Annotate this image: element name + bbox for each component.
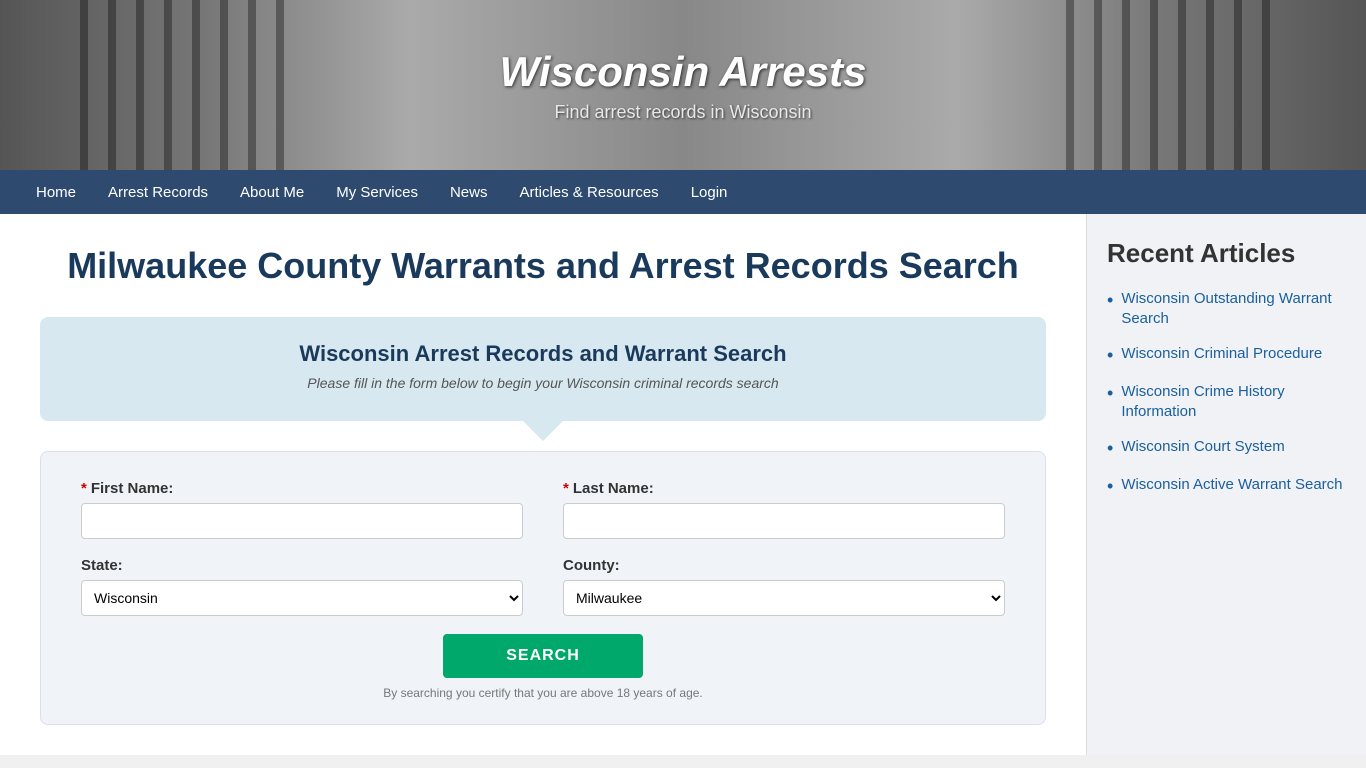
- bullet-icon: •: [1107, 438, 1113, 459]
- nav-articles[interactable]: Articles & Resources: [503, 170, 674, 214]
- article-link-3[interactable]: Wisconsin Crime History Information: [1121, 382, 1346, 421]
- hero-bars-left: [80, 0, 300, 170]
- first-name-label: *First Name:: [81, 480, 523, 497]
- bullet-icon: •: [1107, 476, 1113, 497]
- search-box-title: Wisconsin Arrest Records and Warrant Sea…: [70, 341, 1016, 367]
- main-nav: Home Arrest Records About Me My Services…: [0, 170, 1366, 214]
- hero-bars-right: [1066, 0, 1286, 170]
- nav-arrest-records[interactable]: Arrest Records: [92, 170, 224, 214]
- nav-login[interactable]: Login: [675, 170, 744, 214]
- nav-home[interactable]: Home: [20, 170, 92, 214]
- first-name-input[interactable]: [81, 503, 523, 539]
- article-link-4[interactable]: Wisconsin Court System: [1121, 437, 1284, 457]
- county-label: County:: [563, 557, 1005, 574]
- name-row: *First Name: *Last Name:: [81, 480, 1005, 539]
- last-name-input[interactable]: [563, 503, 1005, 539]
- search-button[interactable]: SEARCH: [443, 634, 643, 678]
- first-name-required: *: [81, 480, 87, 497]
- list-item: • Wisconsin Court System: [1107, 437, 1346, 459]
- site-subtitle: Find arrest records in Wisconsin: [500, 102, 867, 123]
- first-name-group: *First Name:: [81, 480, 523, 539]
- list-item: • Wisconsin Outstanding Warrant Search: [1107, 289, 1346, 328]
- county-group: County: Milwaukee Dane Waukesha Brown Ra…: [563, 557, 1005, 616]
- nav-news[interactable]: News: [434, 170, 504, 214]
- location-row: State: Wisconsin Alabama Alaska Arizona …: [81, 557, 1005, 616]
- state-group: State: Wisconsin Alabama Alaska Arizona …: [81, 557, 523, 616]
- hero-content: Wisconsin Arrests Find arrest records in…: [500, 48, 867, 123]
- recent-articles-list: • Wisconsin Outstanding Warrant Search •…: [1107, 289, 1346, 497]
- sidebar-title: Recent Articles: [1107, 238, 1346, 269]
- nav-about-me[interactable]: About Me: [224, 170, 320, 214]
- county-select[interactable]: Milwaukee Dane Waukesha Brown Racine: [563, 580, 1005, 616]
- main-content: Milwaukee County Warrants and Arrest Rec…: [0, 214, 1086, 755]
- sidebar: Recent Articles • Wisconsin Outstanding …: [1086, 214, 1366, 755]
- hero-banner: Wisconsin Arrests Find arrest records in…: [0, 0, 1366, 170]
- search-form-container: *First Name: *Last Name: State: Wisconsi…: [40, 451, 1046, 725]
- nav-my-services[interactable]: My Services: [320, 170, 434, 214]
- last-name-group: *Last Name:: [563, 480, 1005, 539]
- list-item: • Wisconsin Crime History Information: [1107, 382, 1346, 421]
- list-item: • Wisconsin Active Warrant Search: [1107, 475, 1346, 497]
- bullet-icon: •: [1107, 290, 1113, 311]
- last-name-required: *: [563, 480, 569, 497]
- search-box-subtitle: Please fill in the form below to begin y…: [70, 375, 1016, 391]
- page-title: Milwaukee County Warrants and Arrest Rec…: [40, 244, 1046, 287]
- bullet-icon: •: [1107, 345, 1113, 366]
- article-link-5[interactable]: Wisconsin Active Warrant Search: [1121, 475, 1342, 495]
- last-name-label: *Last Name:: [563, 480, 1005, 497]
- search-info-box: Wisconsin Arrest Records and Warrant Sea…: [40, 317, 1046, 421]
- article-link-2[interactable]: Wisconsin Criminal Procedure: [1121, 344, 1322, 364]
- bullet-icon: •: [1107, 383, 1113, 404]
- state-select[interactable]: Wisconsin Alabama Alaska Arizona Califor…: [81, 580, 523, 616]
- article-link-1[interactable]: Wisconsin Outstanding Warrant Search: [1121, 289, 1346, 328]
- page-layout: Milwaukee County Warrants and Arrest Rec…: [0, 214, 1366, 755]
- list-item: • Wisconsin Criminal Procedure: [1107, 344, 1346, 366]
- site-title: Wisconsin Arrests: [500, 48, 867, 96]
- state-label: State:: [81, 557, 523, 574]
- form-disclaimer: By searching you certify that you are ab…: [81, 686, 1005, 700]
